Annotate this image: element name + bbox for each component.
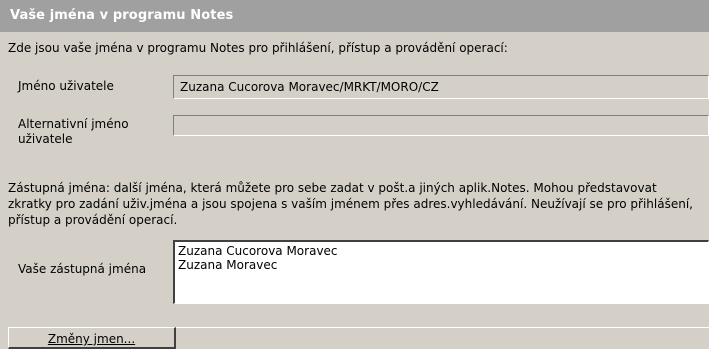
alias-item: Zuzana Moravec xyxy=(178,258,278,272)
alternate-name-label: Alternativní jméno uživatele xyxy=(18,117,129,147)
change-names-button[interactable]: Změny jmen... xyxy=(8,327,176,349)
section-title: Vaše jména v programu Notes xyxy=(10,8,234,23)
intro-text: Zde jsou vaše jména v programu Notes pro… xyxy=(8,41,508,55)
divider xyxy=(176,327,709,328)
section-header: Vaše jména v programu Notes xyxy=(0,0,709,32)
alternate-name-field[interactable] xyxy=(173,115,709,136)
alias-item: Zuzana Cucorova Moravec xyxy=(178,244,338,258)
aliases-textarea[interactable]: Zuzana Cucorova Moravec Zuzana Moravec xyxy=(173,240,709,304)
user-name-value: Zuzana Cucorova Moravec/MRKT/MORO/CZ xyxy=(180,80,439,94)
user-name-label: Jméno uživatele xyxy=(18,79,114,93)
aliases-label: Vaše zástupná jména xyxy=(18,262,147,276)
aliases-description: Zástupná jména: další jména, která můžet… xyxy=(8,181,693,227)
change-names-button-label: Změny jmen... xyxy=(47,332,136,346)
alternate-name-label-line2: uživatele xyxy=(18,132,73,146)
alternate-name-label-line1: Alternativní jméno xyxy=(18,117,129,131)
user-name-field: Zuzana Cucorova Moravec/MRKT/MORO/CZ xyxy=(173,75,709,99)
